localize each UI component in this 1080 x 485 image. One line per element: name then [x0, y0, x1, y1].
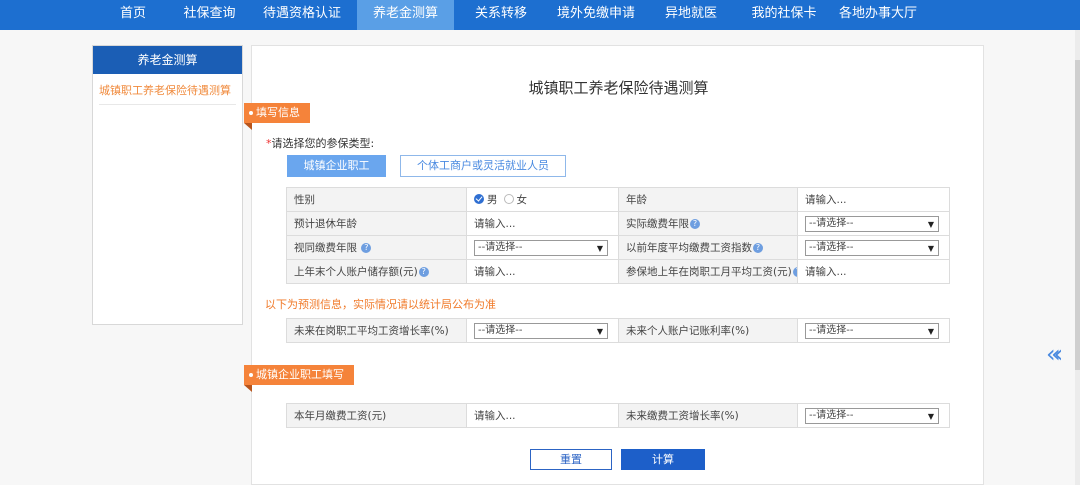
forecast-note: 以下为预测信息，实际情况请以统计局公布为准: [265, 298, 496, 311]
help-icon[interactable]: ?: [753, 243, 763, 253]
nav-pension-calc[interactable]: 养老金测算: [357, 0, 454, 30]
help-icon[interactable]: ?: [361, 243, 372, 253]
reset-button[interactable]: 重置: [530, 449, 612, 470]
nav-service-hall[interactable]: 各地办事大厅: [830, 0, 926, 30]
nav-remote-medical[interactable]: 异地就医: [644, 0, 738, 30]
deemed-years-cell-value: --请选择-- ▼: [466, 235, 619, 260]
avg-index-select-value: --请选择--: [809, 241, 854, 253]
table-row: 预计退休年龄 请输入... 实际缴费年限? --请选择-- ▼: [286, 211, 950, 236]
contribution-wage-growth-label: 未来缴费工资增长率(%): [618, 403, 798, 428]
future-wage-growth-select[interactable]: --请选择-- ▼: [474, 322, 608, 339]
page-title: 城镇职工养老保险待遇测算: [528, 79, 709, 97]
help-icon[interactable]: ?: [690, 219, 700, 229]
sidebar-title: 养老金测算: [93, 46, 242, 74]
paid-years-select[interactable]: --请选择-- ▼: [805, 215, 939, 232]
future-wage-growth-cell: --请选择-- ▼: [466, 318, 619, 343]
age-input[interactable]: 请输入...: [797, 187, 950, 212]
basic-info-table: 性别 男女 年龄 请输入... 预计退休年龄 请输入... 实际缴费年限? --…: [286, 187, 950, 284]
employee-table: 本年月缴费工资(元) 请输入... 未来缴费工资增长率(%) --请选择-- ▼: [286, 403, 950, 428]
nav-home[interactable]: 首页: [94, 0, 172, 30]
calculate-button[interactable]: 计算: [621, 449, 705, 470]
caret-down-icon: ▼: [596, 326, 603, 336]
section-tab-employee: 城镇企业职工填写: [244, 365, 354, 392]
scrollbar-thumb[interactable]: [1075, 60, 1080, 370]
account-rate-cell: --请选择-- ▼: [797, 318, 950, 343]
local-wage-cell: 参保地上年在岗职工月平均工资(元)?: [618, 259, 798, 284]
paid-years-cell-value: --请选择-- ▼: [797, 211, 950, 236]
nav-overseas-exempt[interactable]: 境外免缴申请: [548, 0, 644, 30]
future-wage-growth-label: 未来在岗职工平均工资增长率(%): [286, 318, 467, 343]
avg-index-label: 以前年度平均缴费工资指数: [626, 242, 752, 254]
local-wage-label: 参保地上年在岗职工月平均工资(元): [626, 266, 792, 278]
future-wage-growth-select-value: --请选择--: [478, 324, 523, 336]
paid-years-cell: 实际缴费年限?: [618, 211, 798, 236]
type-urban-employee-button[interactable]: 城镇企业职工: [287, 155, 386, 177]
paid-years-select-value: --请选择--: [809, 217, 854, 229]
account-balance-label: 上年末个人账户储存额(元): [294, 266, 418, 278]
avg-index-select[interactable]: --请选择-- ▼: [805, 239, 939, 256]
account-rate-select-value: --请选择--: [809, 324, 854, 336]
nav-my-card[interactable]: 我的社保卡: [738, 0, 830, 30]
retire-age-label: 预计退休年龄: [286, 211, 467, 236]
contribution-wage-growth-cell: --请选择-- ▼: [797, 403, 950, 428]
avg-index-cell-value: --请选择-- ▼: [797, 235, 950, 260]
paid-years-label: 实际缴费年限: [626, 218, 689, 230]
nav-qualification-auth[interactable]: 待遇资格认证: [247, 0, 357, 30]
main-panel: 城镇职工养老保险待遇测算 填写信息 *请选择您的参保类型: 城镇企业职工 个体工…: [244, 45, 984, 485]
caret-down-icon: ▼: [927, 219, 934, 229]
table-row: 本年月缴费工资(元) 请输入... 未来缴费工资增长率(%) --请选择-- ▼: [286, 403, 950, 428]
help-icon[interactable]: ?: [418, 267, 429, 277]
table-row: 上年末个人账户储存额(元)? 请输入... 参保地上年在岗职工月平均工资(元)?…: [286, 259, 950, 284]
deemed-years-select-value: --请选择--: [478, 241, 523, 253]
caret-down-icon: ▼: [927, 326, 934, 336]
forecast-table: 未来在岗职工平均工资增长率(%) --请选择-- ▼ 未来个人账户记账利率(%) …: [286, 318, 950, 343]
caret-down-icon: ▼: [927, 243, 934, 253]
contribution-wage-growth-select-value: --请选择--: [809, 409, 854, 421]
nav-transfer[interactable]: 关系转移: [454, 0, 548, 30]
double-chevron-left-icon[interactable]: «‹: [1046, 340, 1063, 368]
caret-down-icon: ▼: [596, 243, 603, 253]
account-rate-select[interactable]: --请选择-- ▼: [805, 322, 939, 339]
monthly-wage-input[interactable]: 请输入...: [466, 403, 619, 428]
table-row: 视同缴费年限 ? --请选择-- ▼ 以前年度平均缴费工资指数? --请选择-- ▼: [286, 235, 950, 260]
table-row: 未来在岗职工平均工资增长率(%) --请选择-- ▼ 未来个人账户记账利率(%) …: [286, 318, 950, 343]
gender-radio-group: 男女: [466, 187, 619, 212]
age-label: 年龄: [618, 187, 798, 212]
insurance-type-label: *请选择您的参保类型:: [266, 135, 374, 151]
account-balance-input[interactable]: 请输入...: [466, 259, 619, 284]
caret-down-icon: ▼: [927, 411, 934, 421]
deemed-years-select[interactable]: --请选择-- ▼: [474, 239, 608, 256]
sidebar: 养老金测算 城镇职工养老保险待遇测算: [92, 45, 243, 325]
deemed-years-cell: 视同缴费年限 ?: [286, 235, 467, 260]
gender-male-label[interactable]: 男: [487, 194, 498, 206]
gender-label: 性别: [286, 187, 467, 212]
sidebar-item-urban-pension[interactable]: 城镇职工养老保险待遇测算: [99, 82, 236, 105]
section-tab-fill-info: 填写信息: [244, 103, 310, 130]
table-row: 性别 男女 年龄 请输入...: [286, 187, 950, 212]
monthly-wage-label: 本年月缴费工资(元): [286, 403, 467, 428]
contribution-wage-growth-select[interactable]: --请选择-- ▼: [805, 407, 939, 424]
account-balance-cell: 上年末个人账户储存额(元)?: [286, 259, 467, 284]
gender-male-radio[interactable]: [474, 194, 484, 204]
nav-social-query[interactable]: 社保查询: [172, 0, 247, 30]
account-rate-label: 未来个人账户记账利率(%): [618, 318, 798, 343]
gender-female-radio[interactable]: [503, 194, 514, 204]
avg-index-cell: 以前年度平均缴费工资指数?: [618, 235, 798, 260]
help-icon[interactable]: ?: [792, 267, 797, 277]
local-wage-input[interactable]: 请输入...: [797, 259, 950, 284]
top-nav: 首页 社保查询 待遇资格认证 养老金测算 关系转移 境外免缴申请 异地就医 我的…: [0, 0, 1080, 30]
gender-female-label[interactable]: 女: [517, 194, 528, 206]
retire-age-input[interactable]: 请输入...: [466, 211, 619, 236]
deemed-years-label: 视同缴费年限: [294, 242, 357, 254]
insurance-type-text: 请选择您的参保类型:: [271, 137, 375, 150]
type-flexible-employment-button[interactable]: 个体工商户或灵活就业人员: [400, 155, 566, 177]
